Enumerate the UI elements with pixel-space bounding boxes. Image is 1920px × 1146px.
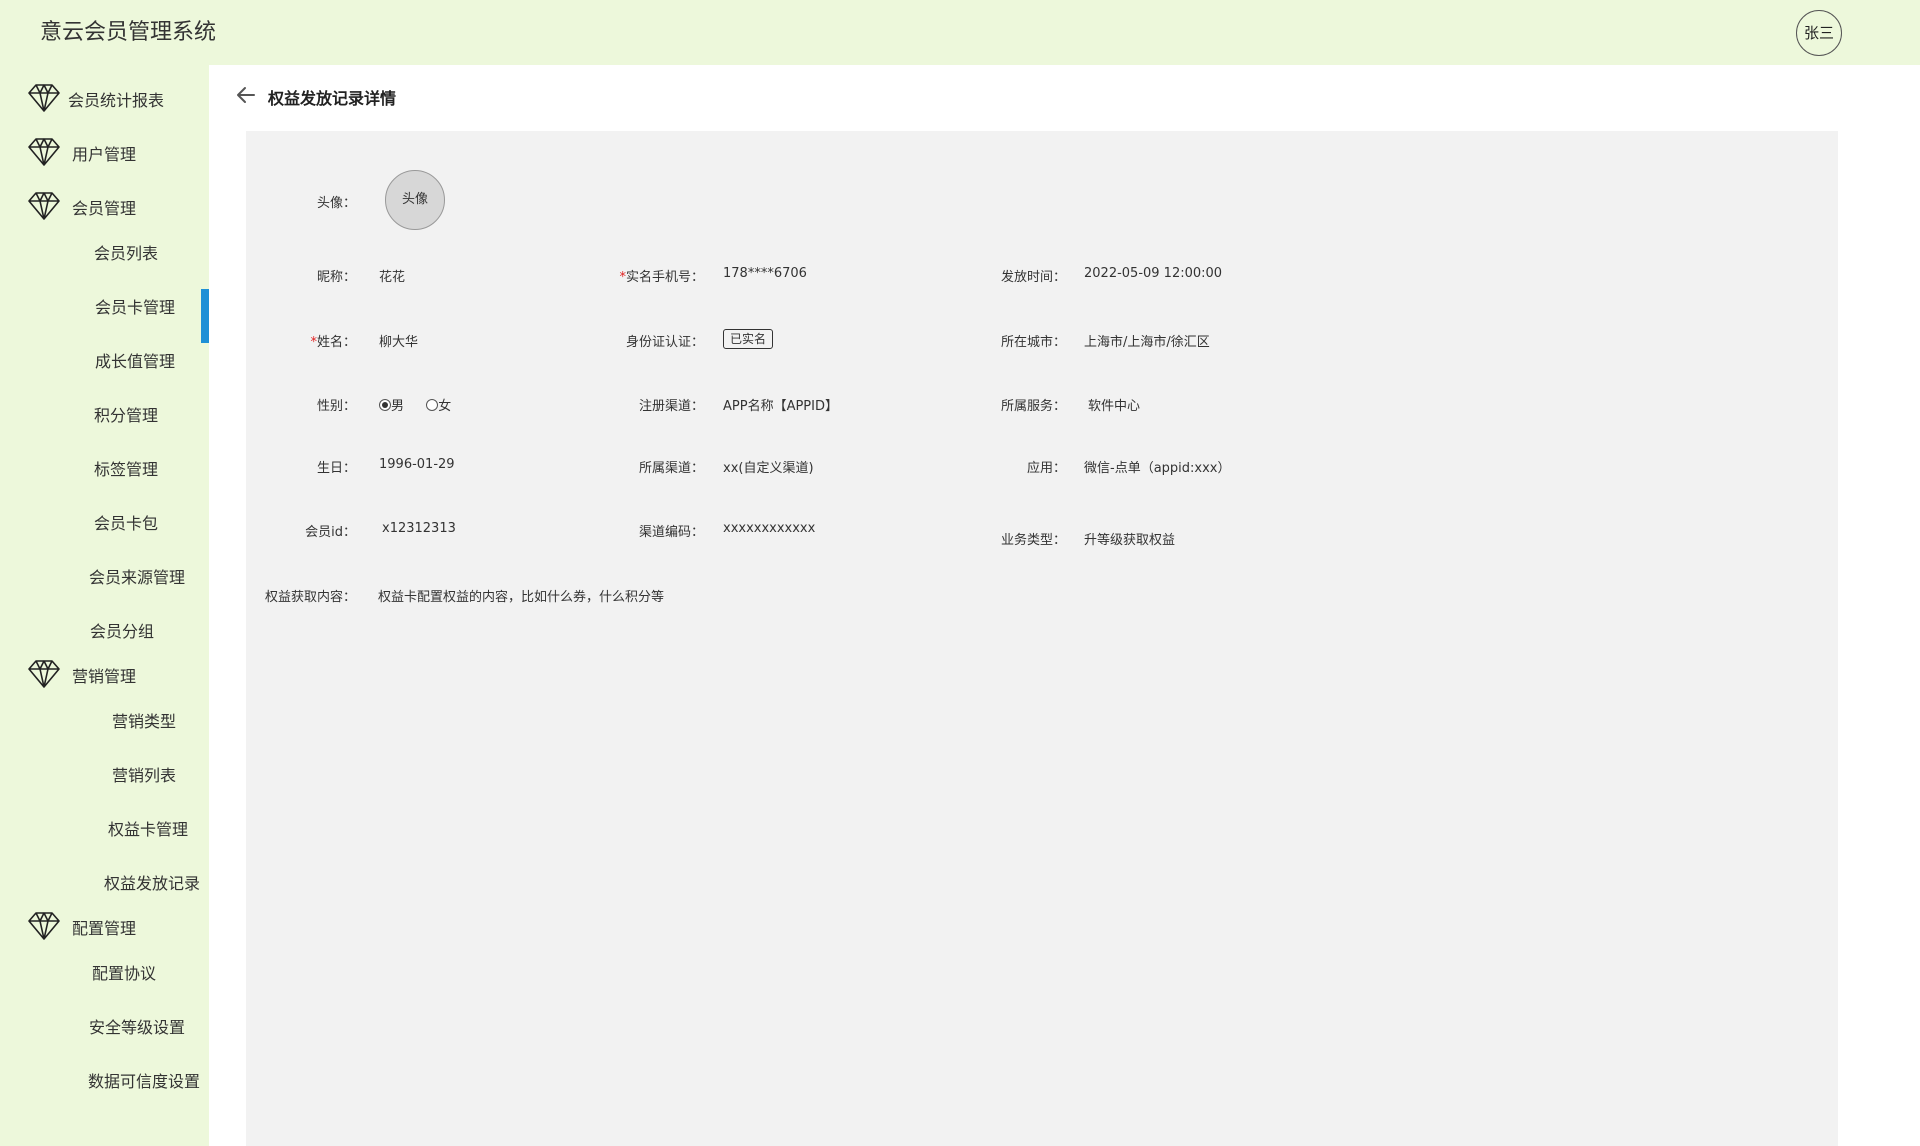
sidebar-item-label: 标签管理 — [94, 460, 159, 479]
app-value: 微信-点单（appid:xxx） — [1084, 461, 1231, 476]
app-title: 意云会员管理系统 — [40, 20, 217, 45]
sidebar-group-member-stats[interactable]: 会员统计报表 — [0, 71, 209, 125]
sidebar-item-growth[interactable]: 成长值管理 — [0, 332, 209, 386]
back-arrow-icon[interactable] — [234, 83, 258, 107]
active-indicator — [201, 289, 209, 343]
gender-radio-group: 男 女 — [379, 395, 451, 414]
sidebar-item-security[interactable]: 安全等级设置 — [0, 998, 209, 1052]
diamond-icon — [28, 192, 60, 220]
sidebar-item-label: 营销类型 — [112, 712, 177, 731]
channel-code-label: 渠道编码： — [638, 525, 704, 540]
gender-label: 性别： — [316, 399, 356, 414]
sidebar-item-card-wallet[interactable]: 会员卡包 — [0, 494, 209, 548]
sidebar-item-source[interactable]: 会员来源管理 — [0, 548, 209, 602]
gender-male-label: 男 — [391, 399, 405, 414]
benefit-content-value: 权益卡配置权益的内容，比如什么券，什么积分等 — [378, 590, 665, 605]
biz-type-label: 业务类型： — [1000, 533, 1066, 548]
sidebar-group-label: 会员统计报表 — [68, 91, 165, 110]
sidebar-item-marketing-list[interactable]: 营销列表 — [0, 746, 209, 800]
sidebar-item-label: 数据可信度设置 — [88, 1072, 201, 1091]
name-label: *姓名： — [266, 331, 356, 350]
gender-female-label: 女 — [438, 399, 452, 414]
page-title: 权益发放记录详情 — [268, 89, 397, 108]
sidebar-item-label: 权益发放记录 — [104, 874, 201, 893]
sidebar-item-label: 权益卡管理 — [108, 820, 189, 839]
diamond-icon — [28, 84, 60, 112]
sidebar-item-agreement[interactable]: 配置协议 — [0, 944, 209, 998]
biz-type-value: 升等级获取权益 — [1084, 533, 1176, 548]
user-avatar[interactable]: 张三 — [1796, 10, 1842, 56]
sidebar-group-label: 用户管理 — [72, 145, 137, 164]
sidebar-item-label: 安全等级设置 — [89, 1018, 186, 1037]
birthday-label: 生日： — [316, 461, 356, 476]
city-value: 上海市/上海市/徐汇区 — [1084, 335, 1210, 350]
sidebar-item-label: 会员列表 — [94, 244, 159, 263]
sidebar-item-label: 会员分组 — [90, 622, 155, 641]
sidebar-item-points[interactable]: 积分管理 — [0, 386, 209, 440]
phone-label-text: 实名手机号： — [625, 270, 704, 285]
phone-value: 178****6706 — [723, 266, 807, 281]
sidebar-item-member-card[interactable]: 会员卡管理 — [0, 278, 209, 332]
sidebar-item-label: 会员卡管理 — [95, 298, 176, 317]
sidebar-item-tags[interactable]: 标签管理 — [0, 440, 209, 494]
service-label: 所属服务： — [1000, 399, 1066, 414]
sidebar-item-label: 配置协议 — [92, 964, 157, 983]
reg-channel-label: 注册渠道： — [638, 399, 704, 414]
diamond-icon — [28, 660, 60, 688]
gender-male-radio[interactable] — [379, 399, 391, 411]
sidebar-group-label: 营销管理 — [72, 667, 137, 686]
avatar-label: 头像： — [316, 196, 356, 211]
reg-channel-value: APP名称【APPID】 — [723, 399, 838, 414]
nickname-value: 花花 — [379, 270, 406, 285]
channel-value: xx(自定义渠道) — [723, 461, 814, 476]
issue-time-value: 2022-05-09 12:00:00 — [1084, 266, 1223, 281]
sidebar-group-label: 配置管理 — [72, 919, 137, 938]
sidebar-group-user-mgmt[interactable]: 用户管理 — [0, 125, 209, 179]
sidebar-group-label: 会员管理 — [72, 199, 137, 218]
id-auth-label: 身份证认证： — [625, 335, 704, 350]
nickname-label: 昵称： — [316, 270, 356, 285]
sidebar-item-label: 积分管理 — [94, 406, 159, 425]
sidebar-item-benefit-card[interactable]: 权益卡管理 — [0, 800, 209, 854]
diamond-icon — [28, 138, 60, 166]
name-label-text: 姓名： — [316, 335, 356, 350]
service-value: 软件中心 — [1088, 399, 1141, 414]
sidebar-item-credibility[interactable]: 数据可信度设置 — [0, 1052, 209, 1106]
issue-time-label: 发放时间： — [1000, 270, 1066, 285]
app-label: 应用： — [1026, 461, 1066, 476]
diamond-icon — [28, 912, 60, 940]
gender-female-radio[interactable] — [426, 399, 439, 411]
member-id-label: 会员id： — [305, 525, 356, 540]
channel-label: 所属渠道： — [638, 461, 704, 476]
sidebar: 会员统计报表 用户管理 会员管理 会员列表 会员卡管理 成长值管理 积分管理 标… — [0, 65, 209, 1146]
benefit-content-label: 权益获取内容： — [264, 590, 356, 605]
sidebar-item-label: 营销列表 — [112, 766, 177, 785]
sidebar-item-label: 会员卡包 — [94, 514, 159, 533]
birthday-value: 1996-01-29 — [379, 457, 455, 472]
member-id-value: x12312313 — [382, 521, 456, 536]
sidebar-item-label: 会员来源管理 — [89, 568, 186, 587]
sidebar-item-label: 成长值管理 — [95, 352, 176, 371]
name-value: 柳大华 — [379, 335, 419, 350]
phone-label: *实名手机号： — [546, 266, 704, 285]
top-header: 意云会员管理系统 张三 — [0, 0, 1920, 65]
city-label: 所在城市： — [1000, 335, 1066, 350]
channel-code-value: xxxxxxxxxxxx — [723, 521, 816, 536]
id-auth-badge: 已实名 — [723, 329, 774, 349]
member-photo: 头像 — [385, 170, 445, 230]
sidebar-item-marketing-type[interactable]: 营销类型 — [0, 692, 209, 746]
sidebar-item-member-list[interactable]: 会员列表 — [0, 224, 209, 278]
detail-panel: 头像： 头像 昵称： 花花 *实名手机号： 178****6706 发放时间： … — [246, 131, 1838, 1146]
